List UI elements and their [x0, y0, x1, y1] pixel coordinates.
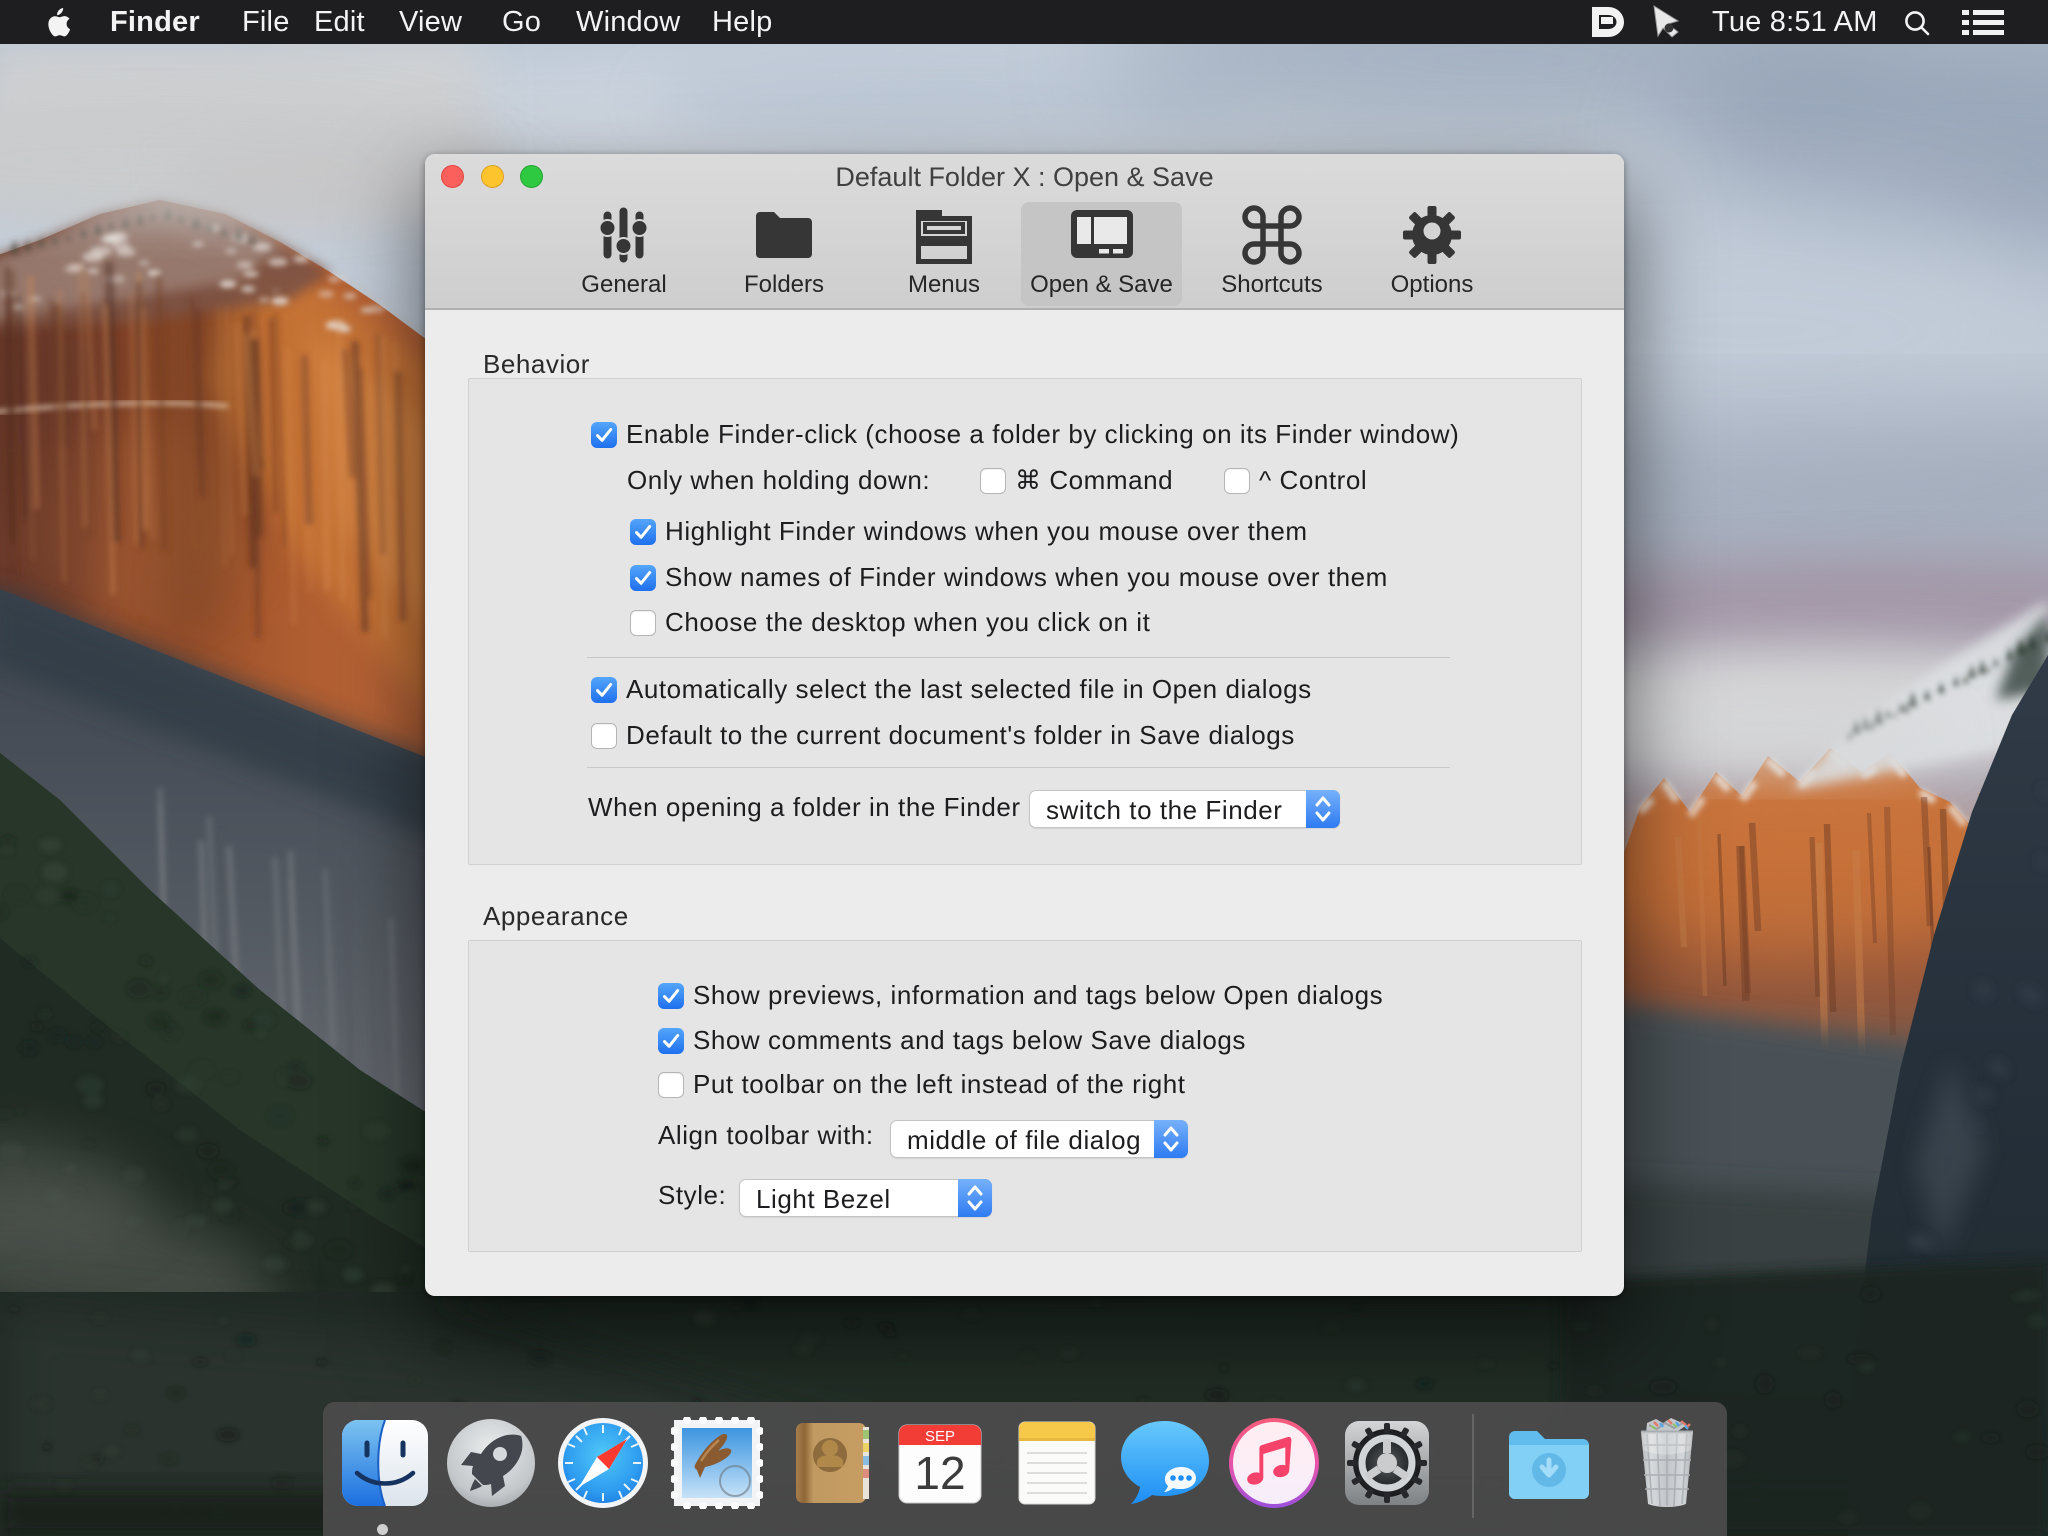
svg-text:SEP: SEP — [925, 1428, 955, 1445]
svg-text:12: 12 — [914, 1447, 965, 1499]
